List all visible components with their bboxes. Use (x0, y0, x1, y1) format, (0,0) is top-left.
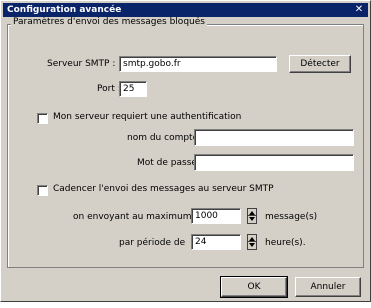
port-label: Port : (97, 84, 121, 94)
account-name-input[interactable] (194, 129, 354, 146)
period-prefix: par période de (119, 238, 186, 248)
period-input[interactable]: 24 (191, 234, 241, 250)
password-input[interactable] (194, 154, 354, 171)
max-messages-spinner[interactable] (247, 208, 257, 224)
auth-checkbox-label: Mon serveur requiert une authentificatio… (53, 112, 242, 122)
ok-button[interactable]: OK (220, 276, 288, 298)
cancel-button[interactable]: Annuler (295, 277, 361, 297)
spin-divider (248, 215, 256, 216)
max-messages-input[interactable]: 1000 (191, 208, 241, 224)
period-suffix: heure(s). (265, 238, 306, 248)
port-input[interactable]: 25 (119, 81, 147, 97)
close-icon[interactable]: ✕ (354, 5, 364, 15)
advanced-config-dialog: Configuration avancée ✕ Paramètres d'env… (0, 0, 371, 302)
throttle-checkbox[interactable] (37, 185, 48, 196)
spin-down-icon[interactable] (249, 217, 255, 221)
smtp-server-input[interactable]: smtp.gobo.fr (119, 56, 277, 72)
period-spinner[interactable] (247, 234, 257, 250)
dialog-title: Configuration avancée (7, 5, 122, 15)
password-label: Mot de passe : (137, 158, 203, 168)
account-name-label: nom du compte : (127, 133, 205, 143)
detect-button[interactable]: Détecter (289, 55, 351, 73)
group-legend: Paramètres d'envoi des messages bloqués (11, 17, 207, 27)
auth-checkbox[interactable] (37, 113, 48, 124)
spin-down-icon[interactable] (249, 243, 255, 247)
title-bar: Configuration avancée ✕ (3, 3, 368, 17)
max-messages-suffix: message(s) (265, 212, 318, 222)
max-messages-prefix: on envoyant au maximum (73, 212, 192, 222)
throttle-checkbox-label: Cadencer l'envoi des messages au serveur… (53, 184, 274, 194)
spin-divider (248, 241, 256, 242)
smtp-server-label: Serveur SMTP : (47, 59, 116, 69)
